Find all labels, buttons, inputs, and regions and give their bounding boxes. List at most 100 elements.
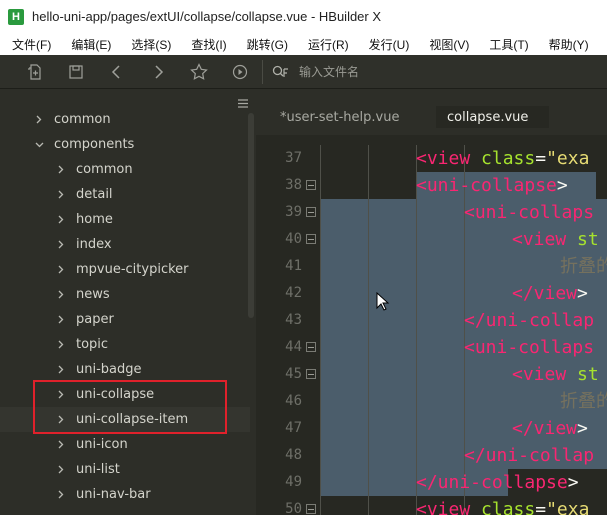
code-line[interactable]: 46 折叠的 [256, 388, 607, 415]
menu-item[interactable]: 视图(V) [417, 36, 477, 53]
code-line[interactable]: 40 <view st [256, 226, 607, 253]
code-line[interactable]: 42 </view> [256, 280, 607, 307]
code-line[interactable]: 49 </uni-collapse> [256, 469, 607, 496]
tree-item[interactable]: index [0, 232, 250, 257]
code-text: <uni-collapse> [416, 172, 568, 199]
tree-item[interactable]: uni-nav-bar [0, 482, 250, 507]
chevron-right-icon[interactable] [54, 213, 68, 227]
tree-item-label: common [54, 112, 111, 127]
chevron-right-icon[interactable] [54, 163, 68, 177]
fold-toggle-icon[interactable] [306, 180, 316, 190]
chevron-right-icon[interactable] [54, 263, 68, 277]
tree-item[interactable]: detail [0, 182, 250, 207]
chevron-right-icon[interactable] [54, 463, 68, 477]
menu-item[interactable]: 发行(U) [357, 36, 418, 53]
toolbar-separator [262, 59, 263, 84]
fold-toggle-icon[interactable] [306, 234, 316, 244]
tree-item[interactable]: components [0, 132, 250, 157]
code-text: </uni-collap [464, 442, 594, 469]
chevron-right-icon[interactable] [54, 338, 68, 352]
menu-item[interactable]: 运行(R) [296, 36, 357, 53]
tab-collapse-vue[interactable]: collapse.vue [436, 106, 549, 128]
code-line[interactable]: 43 </uni-collap [256, 307, 607, 334]
menu-item[interactable]: 跳转(G) [235, 36, 296, 53]
code-token: <view [416, 148, 482, 169]
code-text: <view st [512, 226, 599, 253]
code-token: <view [416, 499, 482, 515]
new-file-icon[interactable] [14, 55, 55, 89]
code-line[interactable]: 37 <view class="exa [256, 145, 607, 172]
run-icon[interactable] [219, 55, 260, 89]
code-token: > [577, 418, 588, 439]
tree-item[interactable]: uni-badge [0, 357, 250, 382]
chevron-right-icon[interactable] [54, 363, 68, 377]
chevron-right-icon[interactable] [54, 413, 68, 427]
menu-item[interactable]: 选择(S) [119, 36, 179, 53]
tab-user-set-help[interactable]: *user-set-help.vue [280, 106, 399, 128]
favorite-star-icon[interactable] [178, 55, 219, 89]
tree-item[interactable]: uni-collapse [0, 382, 250, 407]
code-line[interactable]: 38 <uni-collapse> [256, 172, 607, 199]
code-token: 折叠的 [560, 256, 607, 277]
code-token: 折叠的 [560, 391, 607, 412]
menu-item[interactable]: 工具(T) [477, 36, 536, 53]
menu-item[interactable]: 文件(F) [0, 36, 59, 53]
chevron-right-icon[interactable] [54, 288, 68, 302]
menu-item[interactable]: 编辑(E) [59, 36, 119, 53]
file-search-input[interactable] [293, 59, 543, 84]
tree-item[interactable]: uni-collapse-item [0, 407, 250, 432]
tree-item[interactable]: news [0, 282, 250, 307]
code-line[interactable]: 41 折叠的 [256, 253, 607, 280]
tree-item-label: uni-collapse [76, 387, 155, 402]
code-editor[interactable]: *user-set-help.vue collapse.vue 37 <view … [256, 89, 607, 515]
code-token: <view [512, 229, 578, 250]
tree-item[interactable]: mpvue-citypicker [0, 257, 250, 282]
forward-icon[interactable] [137, 55, 178, 89]
mouse-pointer-icon [376, 291, 390, 316]
chevron-right-icon[interactable] [54, 313, 68, 327]
code-line[interactable]: 44 <uni-collaps [256, 334, 607, 361]
tree-item[interactable]: paper [0, 307, 250, 332]
code-line[interactable]: 45 <view st [256, 361, 607, 388]
chevron-right-icon[interactable] [32, 113, 46, 127]
fold-toggle-icon[interactable] [306, 342, 316, 352]
chevron-down-icon[interactable] [32, 138, 46, 152]
tree-item-label: uni-nav-bar [76, 487, 151, 502]
tree-item[interactable]: home [0, 207, 250, 232]
fold-toggle-icon[interactable] [306, 504, 316, 514]
menu-item[interactable]: 查找(I) [179, 36, 234, 53]
chevron-right-icon[interactable] [54, 238, 68, 252]
code-line[interactable]: 50 <view class="exa [256, 496, 607, 515]
code-token: </uni-collapse [416, 472, 568, 493]
code-line[interactable]: 48 </uni-collap [256, 442, 607, 469]
tree-item[interactable]: topic [0, 332, 250, 357]
search-file-icon[interactable] [269, 55, 293, 89]
chevron-right-icon[interactable] [54, 388, 68, 402]
code-line[interactable]: 47 </view> [256, 415, 607, 442]
menu-item[interactable]: 帮助(Y) [537, 36, 597, 53]
tree-item-label: home [76, 212, 113, 227]
code-text: <view class="exa [416, 496, 589, 515]
fold-toggle-icon[interactable] [306, 369, 316, 379]
fold-toggle-icon[interactable] [306, 207, 316, 217]
line-number: 48 [285, 447, 302, 463]
line-number: 50 [285, 501, 302, 515]
tree-item-label: paper [76, 312, 114, 327]
chevron-right-icon[interactable] [54, 438, 68, 452]
code-line[interactable]: 39 <uni-collaps [256, 199, 607, 226]
code-text: </uni-collapse> [416, 469, 579, 496]
code-text: </uni-collap [464, 307, 594, 334]
code-token: <view [512, 364, 578, 385]
tree-item-label: detail [76, 187, 113, 202]
save-icon[interactable] [55, 55, 96, 89]
tree-item[interactable]: uni-list [0, 457, 250, 482]
tree-item[interactable]: common [0, 107, 250, 132]
code-token: = [535, 499, 547, 515]
line-number: 43 [285, 312, 302, 328]
tree-item[interactable]: uni-icon [0, 432, 250, 457]
code-token: </uni-collap [464, 310, 595, 331]
tree-item[interactable]: common [0, 157, 250, 182]
chevron-right-icon[interactable] [54, 488, 68, 502]
back-icon[interactable] [96, 55, 137, 89]
chevron-right-icon[interactable] [54, 188, 68, 202]
